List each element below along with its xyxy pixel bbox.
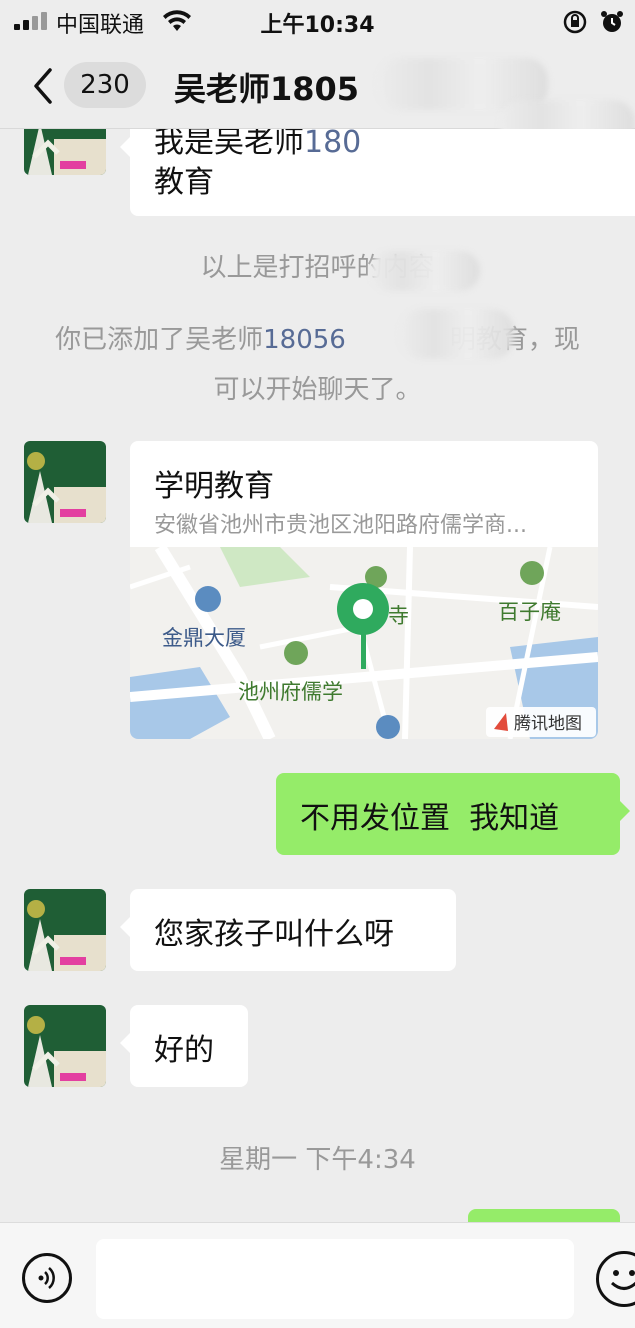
location-title: 学明教育 — [154, 469, 274, 504]
input-bar — [0, 1222, 635, 1328]
phone-link[interactable]: 18056 — [263, 325, 346, 355]
message-text: 不用发位置 我知道 — [300, 801, 560, 836]
message-text: 我是吴老师 — [154, 129, 304, 160]
status-icons — [562, 9, 625, 39]
location-address: 安徽省池州市贵池区池阳路府儒学商... — [154, 513, 527, 538]
message-text: 好的 — [154, 1033, 214, 1068]
message-bubble-self[interactable]: 不用发位置 我知道 — [276, 773, 630, 855]
chat-screen: 中国联通 上午10:34 230 吴老师1805 我是吴老师180 教育 以上是… — [0, 0, 635, 1328]
message-bubble-other[interactable]: 我是吴老师180 教育 — [120, 129, 635, 216]
voice-icon — [38, 1267, 55, 1289]
message-bubble-self[interactable] — [468, 1209, 620, 1222]
message-bubble-other[interactable]: 您家孩子叫什么呀 — [120, 889, 456, 971]
status-bar: 中国联通 上午10:34 — [0, 0, 635, 44]
avatar-image — [24, 889, 106, 971]
avatar-image — [24, 1005, 106, 1087]
message-list[interactable]: 我是吴老师180 教育 以上是打招呼的内容 你已添加了吴老师18056 明教育，现… — [0, 129, 635, 1222]
system-added-message: 你已添加了吴老师18056 明教育，现 — [55, 325, 580, 355]
phone-link[interactable]: 180 — [304, 129, 361, 160]
voice-button[interactable] — [22, 1253, 72, 1303]
map-image: 金鼎大厦 池州府儒学 百子庵 寺 腾讯地图 — [130, 543, 598, 739]
avatar[interactable] — [24, 129, 106, 175]
message-text-line2: 教育 — [154, 165, 214, 200]
map-label-si: 寺 — [388, 604, 409, 628]
map-label-jinding: 金鼎大厦 — [162, 626, 246, 650]
back-chevron-icon — [34, 68, 52, 104]
avatar-image — [24, 441, 106, 523]
avatar[interactable] — [24, 1005, 106, 1087]
lock-rotation-icon — [563, 10, 587, 34]
map-provider-label: 腾讯地图 — [514, 714, 582, 734]
map-label-baizian: 百子庵 — [498, 600, 561, 624]
location-card[interactable]: 学明教育 安徽省池州市贵池区池阳路府儒学商... 金鼎大厦 池州府儒学 百子庵 … — [130, 441, 598, 739]
emoji-button[interactable] — [596, 1251, 635, 1307]
system-added-message-line2: 可以开始聊天了。 — [213, 375, 422, 405]
timestamp: 星期一 下午4:34 — [219, 1145, 416, 1175]
clock-time: 上午10:34 — [260, 13, 375, 38]
message-bubble-other[interactable]: 好的 — [120, 1005, 248, 1087]
location-map[interactable]: 金鼎大厦 池州府儒学 百子庵 寺 腾讯地图 — [130, 543, 598, 739]
privacy-blur-4 — [400, 309, 514, 359]
emoji-icon — [610, 1270, 635, 1290]
avatar[interactable] — [24, 441, 106, 523]
message-input[interactable] — [96, 1239, 574, 1319]
chat-title[interactable]: 吴老师1805 — [174, 64, 359, 110]
system-greeting-note: 以上是打招呼的内容 — [200, 253, 435, 283]
back-button[interactable] — [28, 64, 58, 108]
privacy-blur-3 — [370, 251, 480, 291]
unread-badge[interactable]: 230 — [64, 62, 146, 108]
avatar-image — [24, 129, 106, 175]
avatar[interactable] — [24, 889, 106, 971]
message-text: 您家孩子叫什么呀 — [154, 917, 394, 952]
alarm-icon — [601, 11, 623, 32]
map-label-fuxue: 池州府儒学 — [238, 680, 343, 704]
